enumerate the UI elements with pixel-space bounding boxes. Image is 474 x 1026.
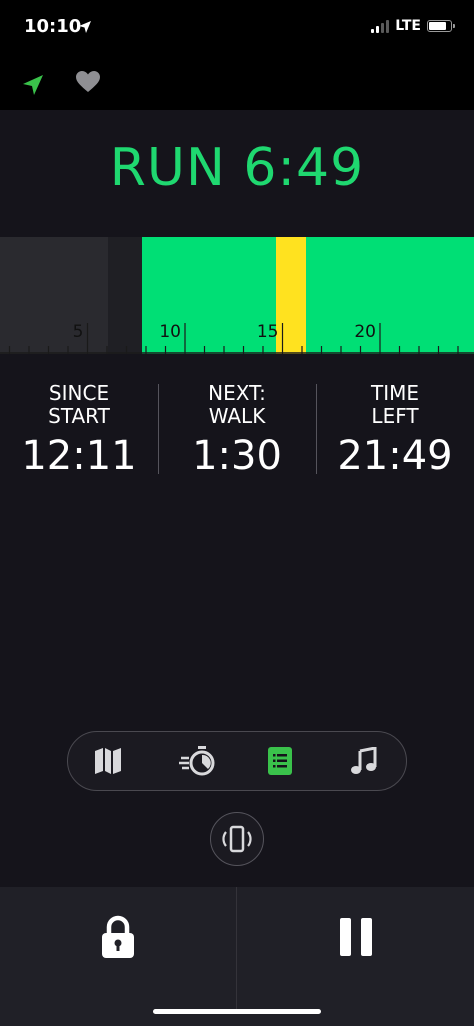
heart-icon[interactable] xyxy=(75,70,101,98)
pause-button[interactable] xyxy=(237,887,474,987)
view-tab-bar xyxy=(67,731,407,791)
tab-list[interactable] xyxy=(264,745,296,777)
location-services-icon xyxy=(78,19,92,38)
list-icon xyxy=(268,747,292,775)
pause-icon xyxy=(339,918,372,956)
location-arrow-icon[interactable] xyxy=(20,72,46,102)
screen-rotation-button[interactable] xyxy=(210,812,264,866)
top-bar xyxy=(0,56,474,110)
stat-value: 21:49 xyxy=(337,433,453,479)
lock-button[interactable] xyxy=(0,887,236,987)
stats-panel: SINCE START 12:11 NEXT: WALK 1:30 TIME LEFT… xyxy=(0,382,474,479)
stat-value: 1:30 xyxy=(192,433,282,479)
stat-label: TIME LEFT xyxy=(370,381,419,428)
battery-icon xyxy=(427,20,455,32)
status-indicators: LTE xyxy=(371,18,455,34)
ruler-tick-label: 5 xyxy=(73,322,84,342)
music-note-icon xyxy=(351,747,377,774)
network-type: LTE xyxy=(395,18,421,34)
interval-timeline[interactable]: 5 10 15 20 xyxy=(0,237,474,354)
tab-map[interactable] xyxy=(92,745,124,777)
next-walk-stat: NEXT: WALK 1:30 xyxy=(158,381,316,479)
home-indicator xyxy=(153,1009,321,1014)
stat-value: 12:11 xyxy=(21,433,137,479)
lock-icon xyxy=(102,915,134,958)
status-time: 10:10 xyxy=(24,16,82,37)
map-icon xyxy=(95,748,121,774)
status-bar: 10:10 LTE xyxy=(0,0,474,56)
screen-rotation-icon xyxy=(222,825,252,853)
ruler-tick-label: 10 xyxy=(159,322,181,342)
ruler-tick-label: 20 xyxy=(354,322,376,342)
signal-icon xyxy=(371,19,390,33)
stat-label: SINCE START xyxy=(48,381,110,428)
time-left-stat: TIME LEFT 21:49 xyxy=(316,381,474,479)
tab-music[interactable] xyxy=(348,745,380,777)
timeline-ruler: 5 10 15 20 xyxy=(0,322,474,354)
since-start-stat: SINCE START 12:11 xyxy=(0,381,158,479)
tab-stopwatch[interactable] xyxy=(178,745,218,777)
stopwatch-icon xyxy=(179,746,215,776)
stat-label: NEXT: WALK xyxy=(208,381,266,428)
run-interval-title: RUN 6:49 xyxy=(109,138,365,198)
ruler-tick-label: 15 xyxy=(257,322,279,342)
bottom-controls xyxy=(0,887,474,1026)
